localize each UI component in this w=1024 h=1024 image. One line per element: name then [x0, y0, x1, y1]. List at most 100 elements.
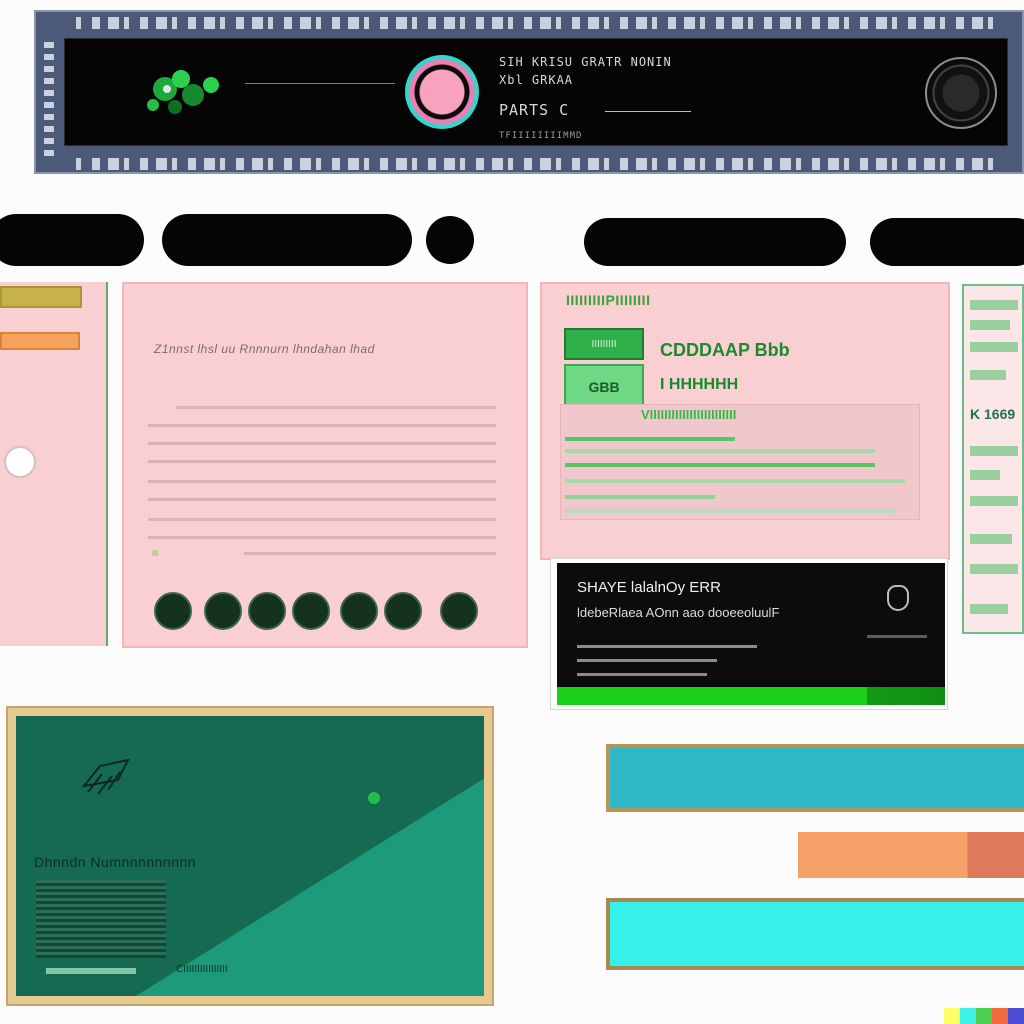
toolbar-glyph[interactable] — [636, 17, 647, 29]
toolbar-glyph[interactable] — [44, 90, 54, 96]
toolbar-glyph[interactable] — [92, 158, 100, 170]
toolbar-glyph[interactable] — [156, 158, 167, 170]
toolbar-glyph[interactable] — [764, 158, 772, 170]
toolbar-glyph[interactable] — [108, 158, 119, 170]
toolbar-glyph[interactable] — [908, 17, 916, 29]
toolbar-glyph[interactable] — [348, 158, 359, 170]
swatch[interactable] — [976, 1008, 992, 1024]
green-tile-button[interactable]: GBB — [564, 364, 644, 408]
swatch[interactable] — [960, 1008, 976, 1024]
toolbar-glyph[interactable] — [620, 158, 628, 170]
toolbar-glyph[interactable] — [796, 158, 801, 170]
toolbar-glyph[interactable] — [476, 158, 484, 170]
toolbar-glyph[interactable] — [556, 17, 561, 29]
target-ring-icon[interactable] — [405, 55, 479, 129]
toolbar-glyph[interactable] — [988, 158, 993, 170]
toolbar-glyph[interactable] — [828, 17, 839, 29]
toolbar-glyph[interactable] — [508, 158, 513, 170]
toolbar-glyph[interactable] — [588, 17, 599, 29]
toolbar-glyph[interactable] — [364, 158, 369, 170]
toolbar-glyph[interactable] — [428, 17, 436, 29]
green-tile-button[interactable]: IIIIIIIII — [564, 328, 644, 360]
toolbar-glyph[interactable] — [988, 17, 993, 29]
toolbar-glyph[interactable] — [108, 17, 119, 29]
toolbar-glyph[interactable] — [44, 54, 54, 60]
toolbar-glyph[interactable] — [892, 17, 897, 29]
toolbar-glyph[interactable] — [380, 17, 388, 29]
orange-button[interactable] — [798, 832, 1024, 878]
toolbar-glyph[interactable] — [892, 158, 897, 170]
pill-button[interactable] — [0, 214, 144, 266]
toolbar-glyph[interactable] — [92, 17, 100, 29]
toolbar-glyph[interactable] — [220, 158, 225, 170]
toolbar-glyph[interactable] — [172, 17, 177, 29]
toolbar-glyph[interactable] — [140, 158, 148, 170]
toolbar-glyph[interactable] — [444, 158, 455, 170]
toolbar-glyph[interactable] — [972, 17, 983, 29]
toolbar-glyph[interactable] — [796, 17, 801, 29]
toolbar-glyph[interactable] — [668, 158, 676, 170]
toolbar-glyph[interactable] — [124, 158, 129, 170]
toolbar-glyph[interactable] — [812, 17, 820, 29]
toolbar-glyph[interactable] — [252, 158, 263, 170]
toolbar-glyph[interactable] — [188, 158, 196, 170]
toolbar-glyph[interactable] — [924, 17, 935, 29]
toolbar-glyph[interactable] — [44, 126, 54, 132]
toolbar-glyph[interactable] — [492, 158, 503, 170]
toolbar-glyph[interactable] — [44, 114, 54, 120]
green-card[interactable]: Dhnndn Numnnnnnnnnn CIIIIIIIIIIIIIIII — [6, 706, 494, 1006]
toolbar-glyph[interactable] — [844, 158, 849, 170]
toolbar-glyph[interactable] — [540, 158, 551, 170]
dot-control[interactable] — [440, 592, 478, 630]
toolbar-glyph[interactable] — [396, 158, 407, 170]
toolbar-glyph[interactable] — [668, 17, 676, 29]
toolbar-glyph[interactable] — [412, 158, 417, 170]
toolbar-glyph[interactable] — [764, 17, 772, 29]
toolbar-glyph[interactable] — [140, 17, 148, 29]
toolbar-glyph[interactable] — [732, 17, 743, 29]
dot-control[interactable] — [292, 592, 330, 630]
toolbar-glyph[interactable] — [332, 17, 340, 29]
toolbar-glyph[interactable] — [940, 17, 945, 29]
toolbar-glyph[interactable] — [396, 17, 407, 29]
dot-control[interactable] — [248, 592, 286, 630]
toolbar-glyph[interactable] — [380, 158, 388, 170]
toolbar-glyph[interactable] — [76, 158, 81, 170]
toolbar-glyph[interactable] — [476, 17, 484, 29]
toolbar-glyph[interactable] — [412, 17, 417, 29]
toolbar-glyph[interactable] — [732, 158, 743, 170]
dot-control[interactable] — [384, 592, 422, 630]
toolbar-glyph[interactable] — [924, 158, 935, 170]
toolbar-glyph[interactable] — [44, 66, 54, 72]
dot-control[interactable] — [154, 592, 192, 630]
toolbar-glyph[interactable] — [364, 17, 369, 29]
toolbar-glyph[interactable] — [636, 158, 647, 170]
toolbar-glyph[interactable] — [156, 17, 167, 29]
toolbar-glyph[interactable] — [876, 17, 887, 29]
toolbar-glyph[interactable] — [524, 158, 532, 170]
toolbar-glyph[interactable] — [460, 17, 465, 29]
toolbar-glyph[interactable] — [300, 17, 311, 29]
toolbar-glyph[interactable] — [204, 158, 215, 170]
toolbar-glyph[interactable] — [332, 158, 340, 170]
toolbar-glyph[interactable] — [716, 17, 724, 29]
toolbar-glyph[interactable] — [652, 17, 657, 29]
cyan-button[interactable] — [606, 744, 1024, 812]
form-text-area[interactable]: VIIIIIIIIIIIIIIIIIIIIIIII — [560, 404, 920, 520]
dot-button[interactable] — [426, 216, 474, 264]
pill-button[interactable] — [162, 214, 412, 266]
toolbar-glyph[interactable] — [284, 158, 292, 170]
toolbar-glyph[interactable] — [44, 78, 54, 84]
toolbar-glyph[interactable] — [620, 17, 628, 29]
toolbar-glyph[interactable] — [348, 17, 359, 29]
olive-tab[interactable] — [0, 286, 82, 308]
toolbar-glyph[interactable] — [300, 158, 311, 170]
toolbar-glyph[interactable] — [956, 17, 964, 29]
toolbar-glyph[interactable] — [748, 17, 753, 29]
toolbar-glyph[interactable] — [716, 158, 724, 170]
toolbar-glyph[interactable] — [700, 17, 705, 29]
toolbar-glyph[interactable] — [780, 17, 791, 29]
toolbar-glyph[interactable] — [876, 158, 887, 170]
toolbar-glyph[interactable] — [940, 158, 945, 170]
toolbar-glyph[interactable] — [172, 158, 177, 170]
